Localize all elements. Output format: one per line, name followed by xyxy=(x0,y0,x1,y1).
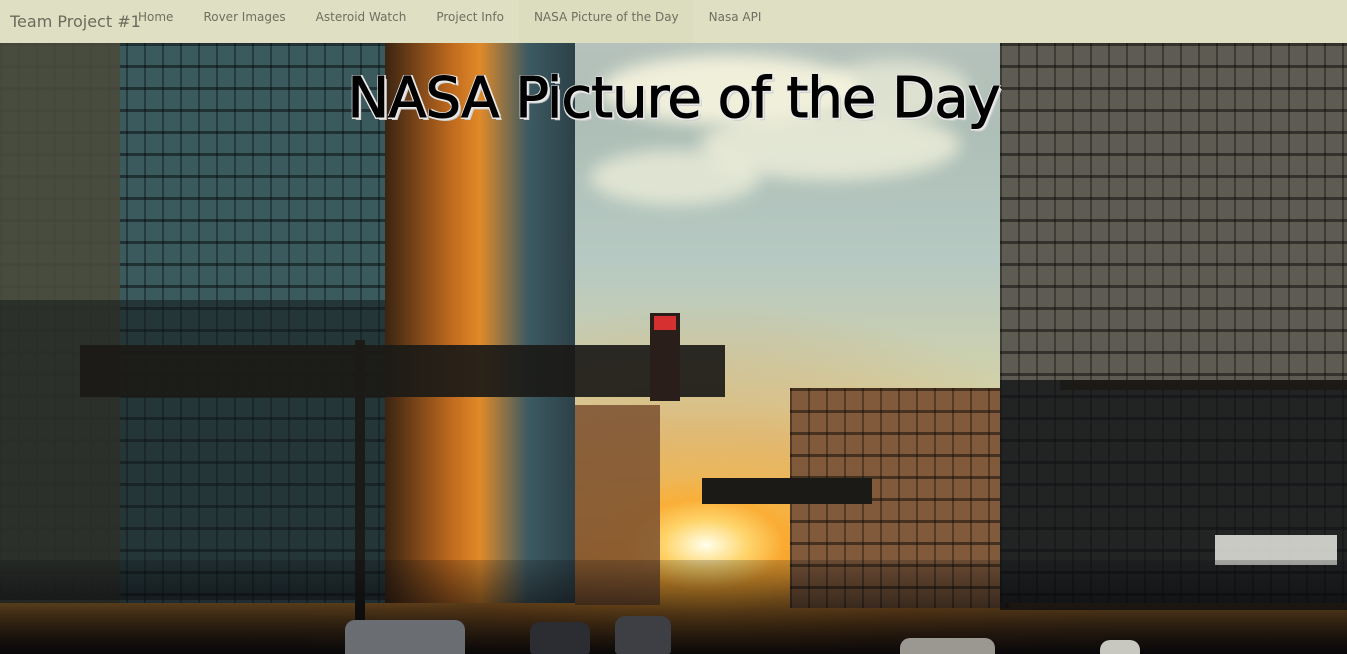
brand-link[interactable]: Team Project #1 xyxy=(0,12,141,31)
page: Team Project #1 Home Rover Images Astero… xyxy=(0,0,1347,654)
page-title: NASA Picture of the Day xyxy=(347,66,1001,132)
top-navbar: Team Project #1 Home Rover Images Astero… xyxy=(0,0,1347,43)
nav-item-home[interactable]: Home xyxy=(123,0,188,43)
nav-item-nasa-picture-of-the-day[interactable]: NASA Picture of the Day xyxy=(518,0,694,43)
nav-item-nasa-api[interactable]: Nasa API xyxy=(694,0,777,43)
nav-item-asteroid-watch[interactable]: Asteroid Watch xyxy=(301,0,422,43)
nav-item-rover-images[interactable]: Rover Images xyxy=(188,0,300,43)
nav-item-project-info[interactable]: Project Info xyxy=(421,0,519,43)
